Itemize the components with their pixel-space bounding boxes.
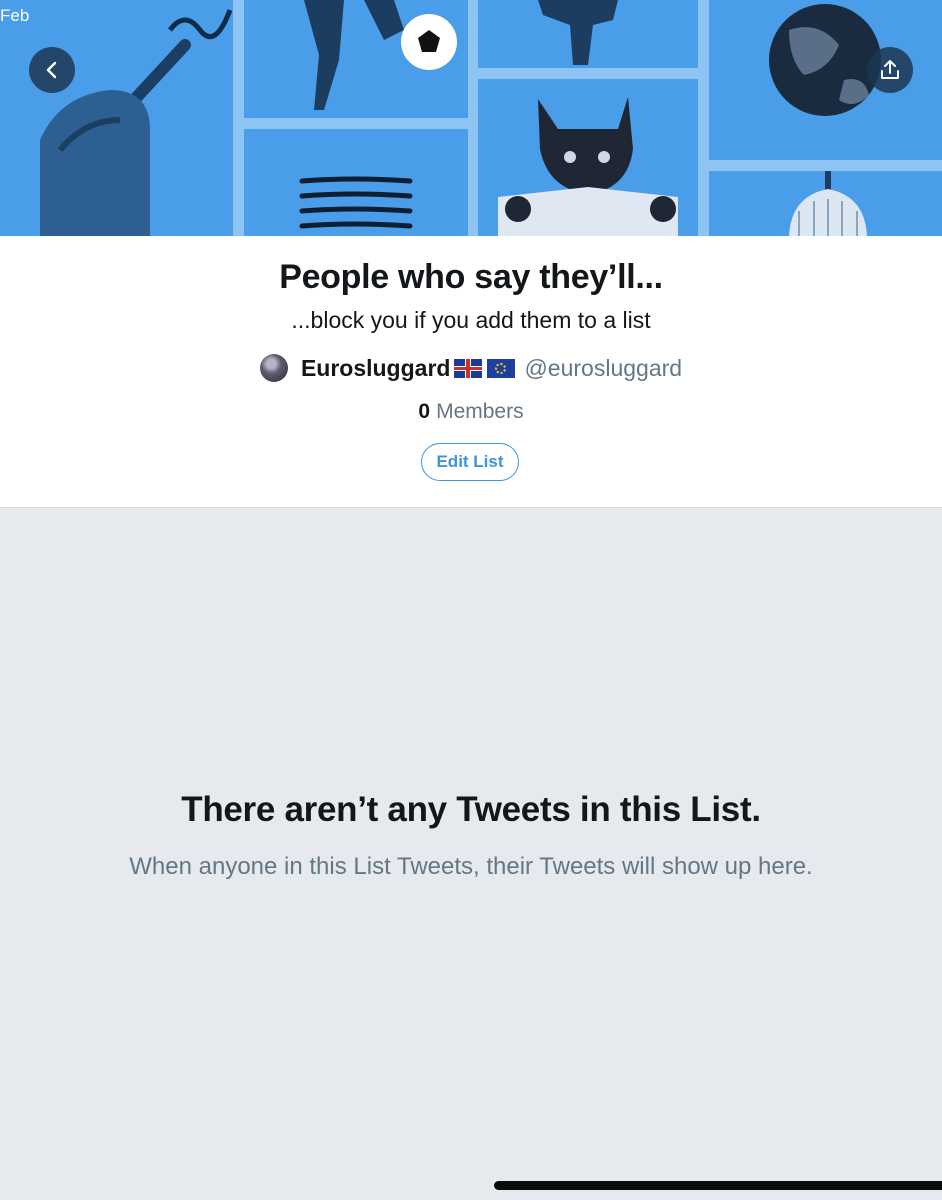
owner-name[interactable]: Eurosluggard — [301, 355, 451, 382]
eu-flag-icon — [487, 358, 516, 378]
chevron-left-icon — [46, 61, 57, 79]
list-title: People who say they’ll... — [279, 258, 663, 296]
hand-with-pen-illustration — [40, 9, 233, 236]
home-indicator[interactable] — [494, 1181, 942, 1190]
banner-panel-pen — [0, 0, 233, 236]
hand-with-phone-illustration — [538, 0, 618, 65]
empty-state-title: There aren’t any Tweets in this List. — [181, 790, 761, 829]
edit-list-button[interactable]: Edit List — [421, 443, 519, 481]
banner-panel-dog — [478, 79, 698, 236]
list-description: ...block you if you add them to a list — [291, 307, 651, 333]
status-bar-date: Feb — [0, 6, 30, 25]
list-banner: Feb — [0, 0, 942, 236]
owner-handle[interactable]: @eurosluggard — [524, 355, 682, 382]
members-count: 0 — [418, 400, 431, 423]
dog-reading-newspaper-illustration — [498, 97, 678, 236]
list-header: People who say they’ll... ...block you i… — [0, 236, 942, 508]
owner-flags — [454, 358, 516, 378]
back-button[interactable] — [29, 47, 75, 93]
list-owner[interactable]: Eurosluggard @eurosluggard — [0, 353, 942, 383]
empty-state-subtitle: When anyone in this List Tweets, their T… — [129, 853, 813, 880]
banner-panel-capitol — [709, 171, 942, 236]
soccer-player-illustration — [304, 0, 457, 110]
banner-panel-lines — [244, 129, 468, 236]
share-button[interactable] — [867, 47, 913, 93]
capitol-dome-illustration — [789, 171, 867, 236]
share-icon — [881, 60, 899, 79]
uk-flag-icon — [454, 358, 483, 378]
avatar[interactable] — [259, 354, 288, 382]
banner-panel-phone — [478, 0, 698, 68]
members-link[interactable]: 0 Members — [0, 400, 942, 424]
members-label: Members — [436, 400, 524, 423]
text-lines-illustration — [299, 176, 413, 229]
banner-panel-soccer — [244, 0, 468, 118]
